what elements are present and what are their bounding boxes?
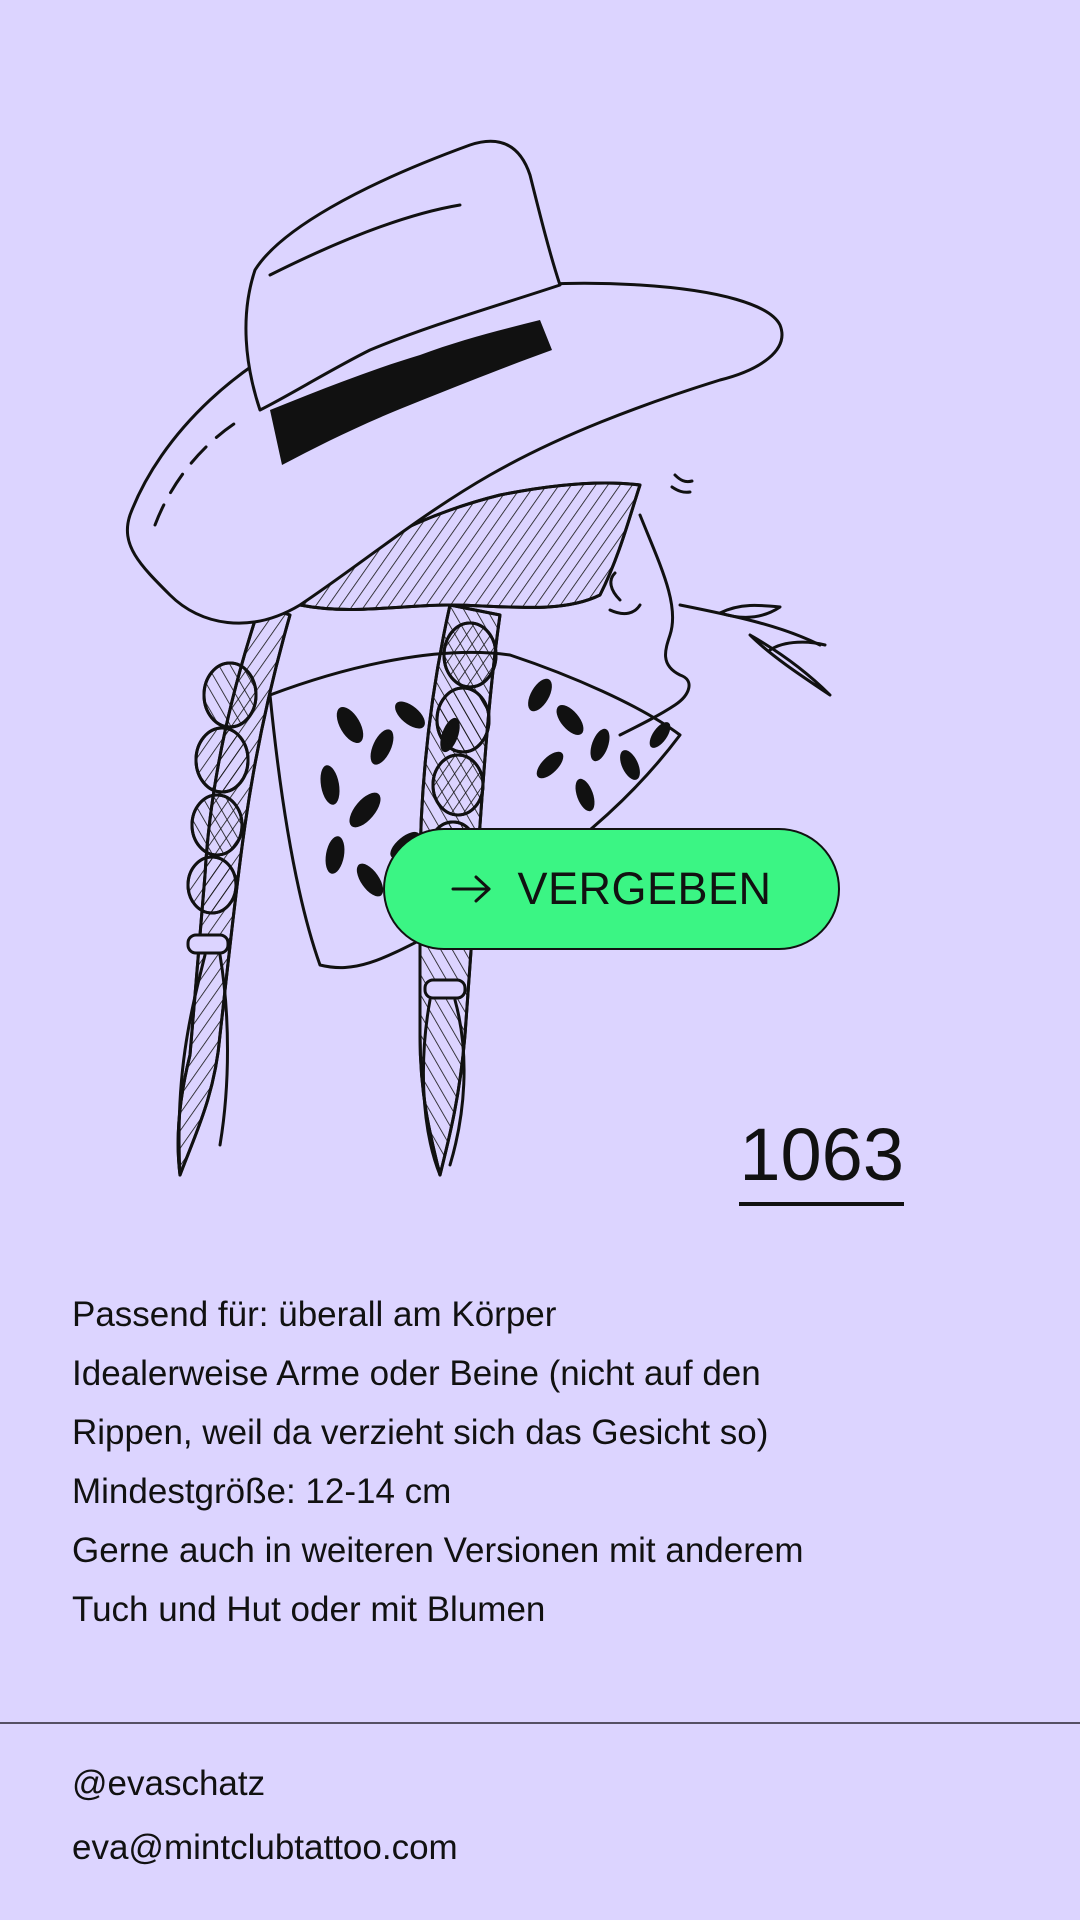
design-number: 1063 xyxy=(739,1118,904,1206)
status-label: VERGEBEN xyxy=(517,863,772,914)
description-line: Mindestgröße: 12-14 cm xyxy=(72,1472,452,1511)
description-line: Idealerweise Arme oder Beine (nicht auf … xyxy=(72,1354,761,1393)
description-line: Passend für: überall am Körper xyxy=(72,1295,557,1334)
instagram-link[interactable]: @evaschatz xyxy=(72,1752,458,1816)
vergeben-status-button[interactable]: VERGEBEN xyxy=(383,828,840,950)
description-line: Tuch und Hut oder mit Blumen xyxy=(72,1590,546,1629)
cowgirl-illustration xyxy=(120,135,900,1195)
description-line: Rippen, weil da verzieht sich das Gesich… xyxy=(72,1413,769,1452)
design-description: Passend für: überall am Körper Idealerwe… xyxy=(72,1285,992,1639)
arrow-right-icon xyxy=(451,875,491,903)
footer-divider xyxy=(0,1722,1080,1724)
email-link[interactable]: eva@mintclubtattoo.com xyxy=(72,1816,458,1880)
contact-info: @evaschatz eva@mintclubtattoo.com xyxy=(72,1752,458,1880)
description-line: Gerne auch in weiteren Versionen mit and… xyxy=(72,1531,804,1570)
